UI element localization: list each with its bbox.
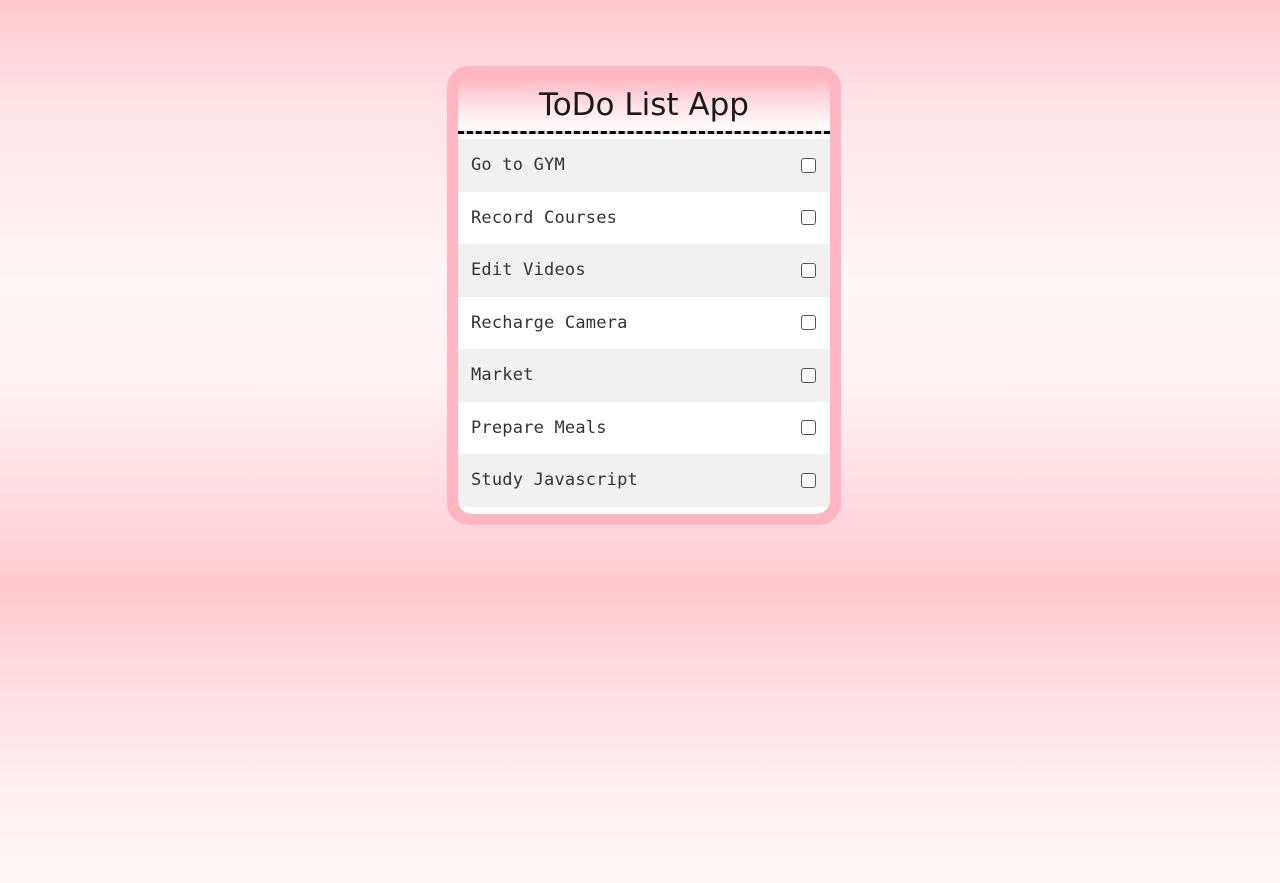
- todo-item-label: Go to GYM: [471, 155, 565, 176]
- todo-item-record-courses: Record Courses: [458, 191, 830, 244]
- todo-item-go-to-gym: Go to GYM: [458, 139, 830, 192]
- todo-item-label: Prepare Meals: [471, 417, 607, 438]
- todo-checkbox[interactable]: [801, 315, 816, 331]
- todo-app-card: ToDo List App Go to GYM Record Courses E…: [447, 66, 841, 525]
- todo-item-label: Recharge Camera: [471, 312, 628, 333]
- todo-checkbox[interactable]: [801, 262, 816, 278]
- todo-item-study-javascript: Study Javascript: [458, 454, 830, 507]
- todo-list: Go to GYM Record Courses Edit Videos Rec…: [458, 134, 830, 514]
- todo-item-label: Edit Videos: [471, 260, 586, 281]
- todo-app-panel: ToDo List App Go to GYM Record Courses E…: [458, 77, 830, 514]
- todo-checkbox[interactable]: [801, 157, 816, 173]
- todo-item-edit-videos: Edit Videos: [458, 244, 830, 297]
- todo-item-prepare-meals: Prepare Meals: [458, 401, 830, 454]
- todo-checkbox[interactable]: [801, 472, 816, 488]
- todo-item-label: Market: [471, 365, 534, 386]
- todo-item-label: Study Javascript: [471, 470, 638, 491]
- todo-checkbox[interactable]: [801, 210, 816, 226]
- todo-item-recharge-camera: Recharge Camera: [458, 296, 830, 349]
- todo-checkbox[interactable]: [801, 420, 816, 436]
- todo-item-market: Market: [458, 349, 830, 402]
- todo-item-label: Record Courses: [471, 207, 618, 228]
- app-header: ToDo List App: [458, 77, 830, 134]
- app-title: ToDo List App: [539, 87, 749, 123]
- todo-checkbox[interactable]: [801, 367, 816, 383]
